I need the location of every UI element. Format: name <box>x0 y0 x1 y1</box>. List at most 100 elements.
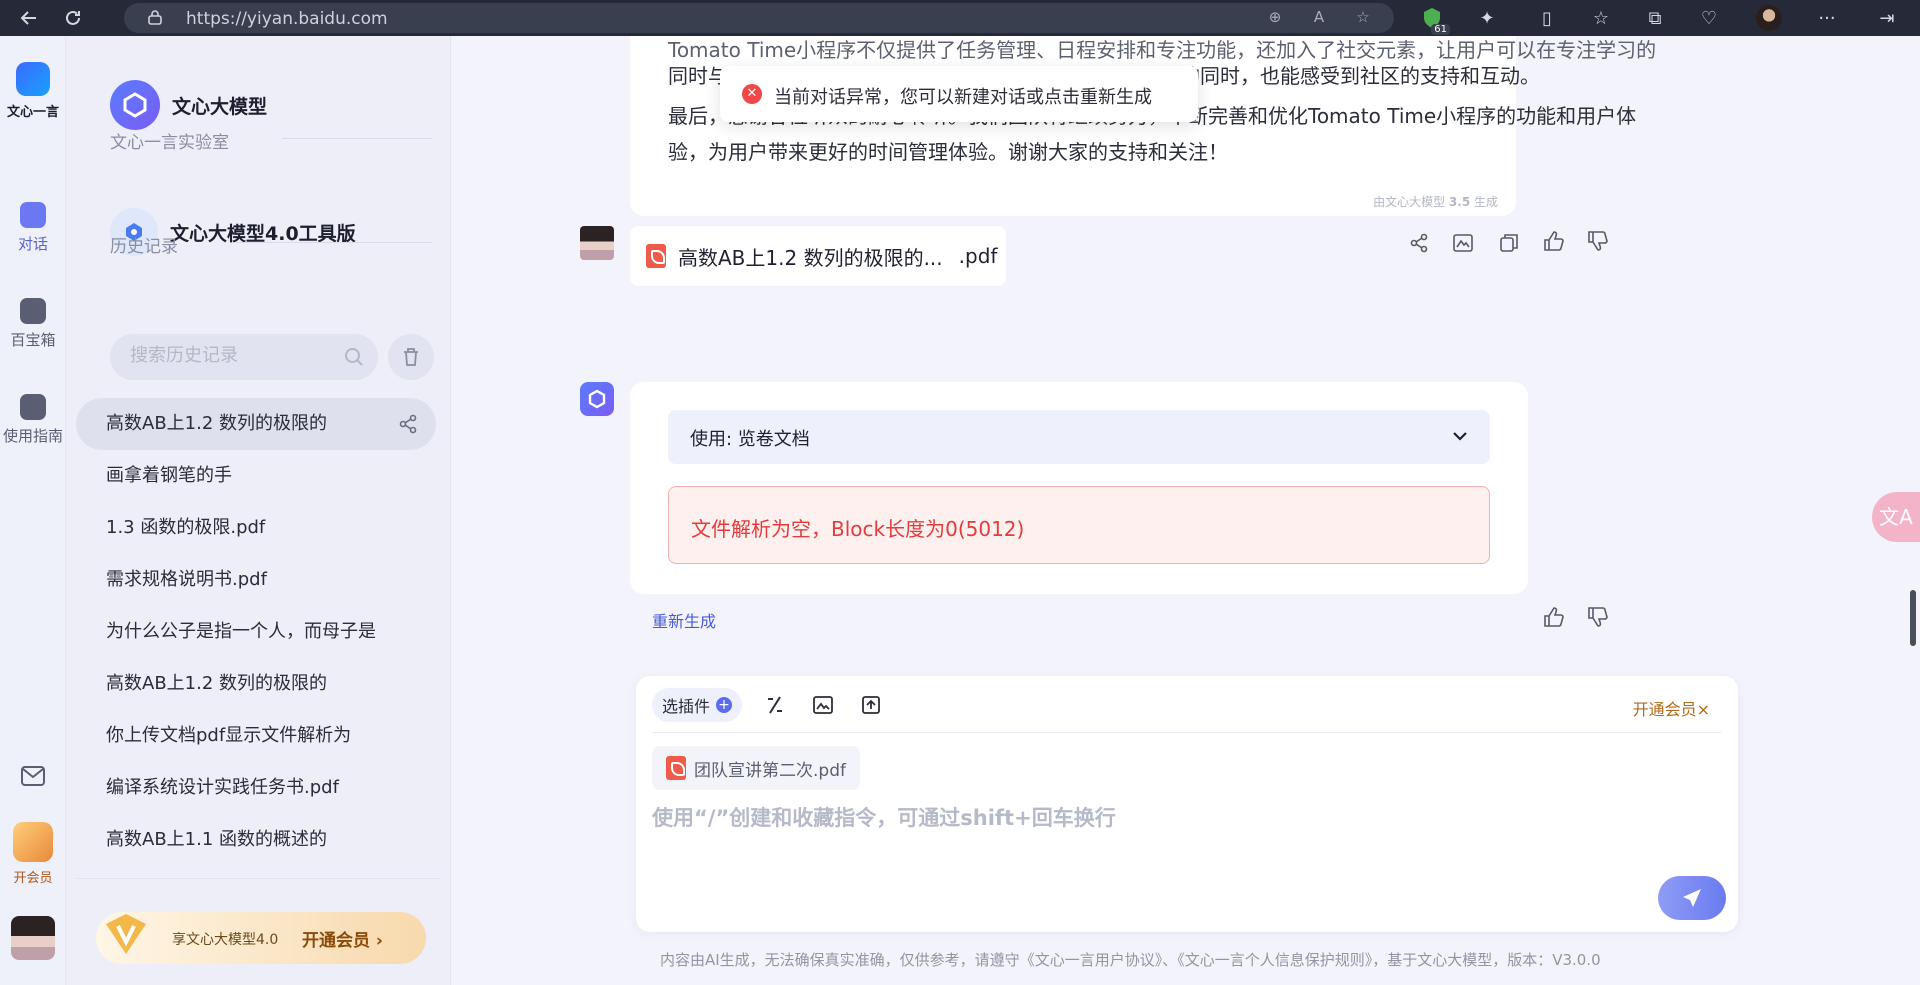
chat-bubble-icon <box>20 202 46 228</box>
history-search-input[interactable] <box>130 345 330 366</box>
profile-avatar[interactable] <box>1756 5 1782 31</box>
generated-by-note: 由文心大模型 3.5 生成 <box>1373 193 1498 210</box>
history-item[interactable]: 高数AB上1.2 数列的极限的 <box>76 398 436 450</box>
puzzle-icon[interactable]: ✦ <box>1472 3 1502 33</box>
search-icon[interactable] <box>344 347 364 367</box>
rail-brand[interactable]: 文心一言 <box>0 62 66 120</box>
lab-section-label: 文心一言实验室 <box>110 133 229 153</box>
read-aloud-icon[interactable]: A <box>1308 8 1330 28</box>
favorites-icon[interactable]: ☆ <box>1586 3 1616 33</box>
regenerate-link[interactable]: 重新生成 <box>652 608 716 632</box>
divider <box>282 138 432 139</box>
bot-answer-card: Tomato Time小程序不仅提供了任务管理、日程安排和专注功能，还加入了社交… <box>630 36 1656 216</box>
sidebar-toggle-icon[interactable]: ⇥ <box>1872 3 1902 33</box>
zoom-icon[interactable]: ⊕ <box>1264 8 1286 28</box>
pdf-file-icon <box>666 756 686 780</box>
history-item[interactable]: 你上传文档pdf显示文件解析为 <box>76 710 436 762</box>
tool-usage-label: 使用: 览卷文档 <box>690 429 810 450</box>
message-input[interactable] <box>652 806 1552 830</box>
tool-usage-collapsible[interactable]: 使用: 览卷文档 <box>668 410 1490 464</box>
guide-icon <box>20 394 46 420</box>
image-upload-icon[interactable] <box>812 694 834 716</box>
user-avatar-icon <box>11 916 55 960</box>
scrollbar[interactable] <box>1910 590 1916 646</box>
history-item-title: 高数AB上1.1 函数的概述的 <box>106 829 328 850</box>
refresh-icon[interactable] <box>58 3 88 33</box>
plus-icon: + <box>716 697 733 713</box>
mail-icon[interactable] <box>0 766 66 790</box>
history-item[interactable]: 画拿着钢笔的手 <box>76 450 436 502</box>
composer-vip-link[interactable]: 开通会员× <box>1633 696 1710 720</box>
answer-line: 同时与 <box>668 64 728 88</box>
browser-toolbar: https://yiyan.baidu.com ⊕ A ☆ 61 ✦ ▯ ☆ ⧉… <box>0 0 1920 36</box>
rail-vip[interactable]: 开会员 <box>0 822 66 886</box>
divider <box>652 732 1722 733</box>
rail-item-label: 对话 <box>17 235 48 253</box>
history-item-title: 画拿着钢笔的手 <box>106 465 232 486</box>
history-item[interactable]: 需求规格说明书.pdf <box>76 554 436 606</box>
split-screen-icon[interactable]: ▯ <box>1532 3 1562 33</box>
rail-brand-label: 文心一言 <box>6 105 59 120</box>
vip-crown-icon <box>106 914 146 954</box>
chevron-down-icon[interactable] <box>1450 426 1470 446</box>
history-item[interactable]: 高数AB上1.2 数列的极限的 <box>76 658 436 710</box>
icon-rail: 文心一言 对话 百宝箱 使用指南 开会员 <box>0 36 66 985</box>
history-item[interactable]: 为什么公子是指一个人，而母子是 <box>76 606 436 658</box>
history-item-title: 你上传文档pdf显示文件解析为 <box>106 725 352 746</box>
history-list: 高数AB上1.2 数列的极限的 画拿着钢笔的手 1.3 函数的极限.pdf 需求… <box>76 398 436 866</box>
attachment-chip[interactable]: 团队宣讲第二次.pdf <box>652 746 860 790</box>
share-icon[interactable] <box>1408 232 1430 254</box>
share-icon[interactable] <box>398 414 418 434</box>
error-toast: ✕ 当前对话异常，您可以新建对话或点击重新生成 <box>720 66 1198 122</box>
thumbs-up-icon[interactable] <box>1542 606 1564 628</box>
history-item[interactable]: 编译系统设计实践任务书.pdf <box>76 762 436 814</box>
vip-diamond-icon <box>13 822 53 862</box>
copy-icon[interactable] <box>1498 232 1520 254</box>
clear-history-button[interactable] <box>388 334 434 380</box>
rail-vip-label: 开会员 <box>13 871 53 886</box>
collections-icon[interactable]: ⧉ <box>1640 3 1670 33</box>
thumbs-down-icon[interactable] <box>1586 230 1608 252</box>
error-message-box: 文件解析为空，Block长度为0(5012) <box>668 486 1490 564</box>
trash-icon <box>404 348 418 366</box>
favorite-star-icon[interactable]: ☆ <box>1352 8 1374 28</box>
history-item-title: 编译系统设计实践任务书.pdf <box>106 777 339 798</box>
history-item[interactable]: 高数AB上1.1 函数的概述的 <box>76 814 436 866</box>
thumbs-up-icon[interactable] <box>1542 230 1564 252</box>
select-plugin-button[interactable]: 选插件 + <box>652 688 743 722</box>
footer-disclaimer: 内容由AI生成，无法确保真实准确，仅供参考，请遵守《文心一言用户协议》、《文心一… <box>660 951 1601 969</box>
more-menu-icon[interactable]: ··· <box>1812 3 1842 33</box>
user-file-message[interactable]: 高数AB上1.2 数列的极限的... .pdf <box>630 226 1006 286</box>
bot-error-card: 使用: 览卷文档 文件解析为空，Block长度为0(5012) <box>630 382 1528 594</box>
brand-header[interactable]: 文心大模型 <box>110 80 267 130</box>
attachment-name: 团队宣讲第二次.pdf <box>694 760 846 781</box>
rail-item-chat[interactable]: 对话 <box>0 202 66 254</box>
rail-item-toolbox[interactable]: 百宝箱 <box>0 298 66 350</box>
error-message: 文件解析为空，Block长度为0(5012) <box>691 517 1025 541</box>
user-file-ext: .pdf <box>958 244 998 268</box>
history-search[interactable] <box>110 334 378 380</box>
history-item-title: 高数AB上1.2 数列的极限的 <box>106 673 328 694</box>
translate-fab[interactable]: 文A <box>1872 492 1920 542</box>
back-icon[interactable] <box>14 3 44 33</box>
pdf-file-icon <box>646 244 666 268</box>
heart-icon[interactable]: ♡ <box>1694 3 1724 33</box>
address-bar[interactable]: https://yiyan.baidu.com ⊕ A ☆ <box>124 3 1394 33</box>
send-button[interactable] <box>1658 876 1726 920</box>
rail-user-avatar[interactable] <box>0 916 66 965</box>
file-upload-icon[interactable] <box>860 694 882 716</box>
generated-by-suffix: 生成 <box>1470 195 1498 209</box>
wenxin-logo-icon <box>16 62 50 96</box>
lock-icon <box>148 10 162 25</box>
extension-icon[interactable]: 61 <box>1420 6 1450 35</box>
toast-message: 当前对话异常，您可以新建对话或点击重新生成 <box>774 87 1152 108</box>
history-item-title: 1.3 函数的极限.pdf <box>106 517 266 538</box>
vip-upgrade-banner[interactable]: 享文心大模型4.0 开通会员 › <box>96 912 426 964</box>
history-item[interactable]: 1.3 函数的极限.pdf <box>76 502 436 554</box>
thumbs-down-icon[interactable] <box>1586 606 1608 628</box>
generated-by-version: 3.5 <box>1448 195 1471 209</box>
command-slash-icon[interactable] <box>764 694 786 716</box>
vip-banner-button[interactable]: 开通会员 › <box>302 926 383 951</box>
image-export-icon[interactable] <box>1452 232 1474 254</box>
rail-item-guide[interactable]: 使用指南 <box>0 394 66 446</box>
